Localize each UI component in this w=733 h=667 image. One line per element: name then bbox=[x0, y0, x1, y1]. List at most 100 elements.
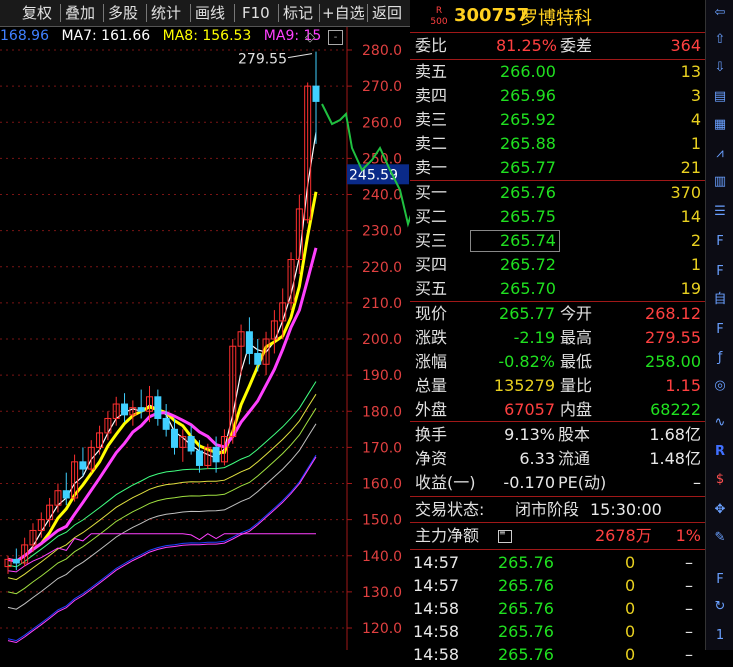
ma8-label: MA8: 156.53 bbox=[162, 28, 252, 44]
fuquan-button[interactable]: 复权 bbox=[22, 3, 52, 23]
biaoji-button[interactable]: 标记 bbox=[283, 3, 313, 23]
net-detail-icon[interactable]: ≡ bbox=[498, 529, 512, 543]
sell-level-price: 265.77 bbox=[500, 158, 556, 177]
f5-icon[interactable]: F bbox=[710, 570, 730, 590]
arrow-down-icon[interactable]: ⇩ bbox=[710, 58, 730, 78]
candle-body bbox=[312, 85, 320, 102]
sell-level-label: 卖三 bbox=[415, 110, 448, 129]
ma-long-line bbox=[7, 408, 317, 595]
sell-level-price: 265.96 bbox=[500, 86, 556, 105]
zi-icon[interactable]: 自 bbox=[710, 290, 730, 310]
tick-row: 14:58 265.76 0 – bbox=[410, 597, 705, 621]
back-button[interactable]: 返回 bbox=[372, 3, 402, 23]
sell-level-row[interactable]: 卖一 265.77 21 bbox=[410, 156, 705, 180]
list-icon[interactable]: ☰ bbox=[710, 202, 730, 222]
duogu-button[interactable]: 多股 bbox=[108, 3, 138, 23]
arrow-up-icon[interactable]: ⇧ bbox=[710, 30, 730, 50]
y-tick-label: 170.0 bbox=[362, 440, 402, 456]
diamond-icon[interactable]: ◇ bbox=[305, 30, 315, 45]
tick-time: 14:58 bbox=[413, 645, 460, 664]
dollar-icon[interactable]: $ bbox=[710, 470, 730, 490]
buy-level-price: 265.74 bbox=[470, 230, 560, 252]
sell-level-price: 265.92 bbox=[500, 110, 556, 129]
side-toolbar: ⇦ ⇧ ⇩ ▤ ▦ ⩘ ▥ ☰ F F 自 Fƒ ◎ ∿ R $ ✥ ✎ F ↻ 1 bbox=[705, 0, 733, 650]
tick-row: 14:58 265.76 0 – bbox=[410, 620, 705, 644]
sell-level-volume: 1 bbox=[690, 134, 701, 153]
sell-level-price: 265.88 bbox=[500, 134, 556, 153]
fundamental-label: 股本 bbox=[558, 425, 591, 444]
candle-icon[interactable]: ▥ bbox=[710, 172, 730, 192]
huaxian-button[interactable]: 画线 bbox=[195, 3, 225, 23]
tick-volume: 0 bbox=[625, 599, 636, 618]
tick-row: 14:57 265.76 0 – bbox=[410, 551, 705, 575]
buy-level-price: 265.72 bbox=[500, 255, 556, 274]
ma7-label: MA7: 161.66 bbox=[61, 28, 151, 44]
candle-body bbox=[195, 450, 203, 466]
tick-direction: – bbox=[685, 645, 693, 664]
sell-level-label: 卖一 bbox=[415, 158, 448, 177]
buy-level-volume: 19 bbox=[680, 279, 701, 298]
buy-level-volume: 2 bbox=[690, 231, 701, 250]
grid-icon[interactable]: ▦ bbox=[710, 115, 730, 135]
y-tick-label: 280.0 bbox=[362, 43, 402, 59]
f10-icon[interactable]: F bbox=[710, 232, 730, 252]
ma-long-line bbox=[7, 381, 317, 568]
sell-level-row[interactable]: 卖三 265.92 4 bbox=[410, 108, 705, 132]
tick-time: 14:57 bbox=[413, 576, 460, 595]
collapse-legend-icon[interactable]: - bbox=[328, 30, 343, 45]
line-chart-icon[interactable]: ⩘ bbox=[710, 144, 730, 164]
net-flow-row: 主力净额 ≡ 2678万 1% bbox=[415, 526, 701, 545]
tick-volume: 0 bbox=[625, 553, 636, 572]
sell-level-volume: 21 bbox=[680, 158, 701, 177]
tick-time: 14:58 bbox=[413, 622, 460, 641]
sell-level-row[interactable]: 卖四 265.96 3 bbox=[410, 84, 705, 108]
buy-level-row[interactable]: 买二 265.75 14 bbox=[410, 205, 705, 229]
add-watchlist-button[interactable]: +自选 bbox=[322, 3, 365, 23]
buy-level-row[interactable]: 买一 265.76 370 bbox=[410, 181, 705, 205]
circle-icon[interactable]: ◎ bbox=[710, 376, 730, 396]
wave-icon[interactable]: ∿ bbox=[710, 413, 730, 433]
y-tick-label: 140.0 bbox=[362, 549, 402, 565]
rsi-icon[interactable]: R bbox=[710, 442, 730, 462]
buy-level-row[interactable]: 买五 265.70 19 bbox=[410, 277, 705, 301]
fundamental-row: 换手 9.13% 股本 1.68亿 bbox=[410, 423, 705, 447]
f12-icon[interactable]: F bbox=[710, 320, 730, 340]
buy-level-row[interactable]: 买四 265.72 1 bbox=[410, 253, 705, 277]
tick-price: 265.76 bbox=[498, 622, 554, 641]
tick-direction: – bbox=[685, 622, 693, 641]
stat-label: 今开 bbox=[560, 304, 593, 323]
notes-icon[interactable]: ▤ bbox=[710, 87, 730, 107]
fundamental-label: 换手 bbox=[415, 425, 448, 444]
tick-price: 265.76 bbox=[498, 553, 554, 572]
stat-row: 涨跌 -2.19 最高 279.55 bbox=[410, 326, 705, 350]
tick-direction: – bbox=[685, 599, 693, 618]
fundamental-label: 收益(一) bbox=[415, 473, 476, 492]
f-icon[interactable]: F bbox=[710, 262, 730, 282]
fx-icon[interactable]: ƒ bbox=[710, 348, 730, 368]
diejia-button[interactable]: 叠加 bbox=[65, 3, 95, 23]
fundamental-value: 9.13% bbox=[504, 425, 555, 444]
sell-level-row[interactable]: 卖二 265.88 1 bbox=[410, 132, 705, 156]
buy-level-row[interactable]: 买三 265.74 2 bbox=[410, 229, 705, 253]
ma-cut-value: 168.96 bbox=[0, 28, 49, 44]
chart-toolbar: 复权 叠加 多股 统计 画线 F10 标记 +自选 返回 bbox=[0, 0, 410, 27]
kline-chart[interactable]: 280.0270.0260.0250.0240.0230.0220.0210.0… bbox=[0, 0, 410, 650]
y-tick-label: 130.0 bbox=[362, 585, 402, 601]
sell-level-row[interactable]: 卖五 266.00 13 bbox=[410, 60, 705, 84]
f10-button[interactable]: F10 bbox=[242, 3, 270, 23]
stock-name: 罗博特科 bbox=[520, 8, 592, 29]
y-tick-label: 200.0 bbox=[362, 332, 402, 348]
candle-body bbox=[170, 428, 178, 448]
fundamental-value: 1.68亿 bbox=[649, 425, 701, 444]
candle-body bbox=[137, 407, 145, 412]
y-tick-label: 240.0 bbox=[362, 188, 402, 204]
sell-level-price: 266.00 bbox=[500, 62, 556, 81]
pencil-icon[interactable]: ✎ bbox=[710, 528, 730, 548]
ma-legend: 168.96 MA7: 161.66 MA8: 156.53 MA9: 15 bbox=[0, 28, 329, 46]
buy-level-volume: 1 bbox=[690, 255, 701, 274]
buy-level-price: 265.75 bbox=[500, 207, 556, 226]
move-icon[interactable]: ✥ bbox=[710, 500, 730, 520]
refresh-icon[interactable]: ↻ bbox=[710, 597, 730, 617]
tongji-button[interactable]: 统计 bbox=[151, 3, 181, 23]
arrow-left-icon[interactable]: ⇦ bbox=[710, 3, 730, 23]
